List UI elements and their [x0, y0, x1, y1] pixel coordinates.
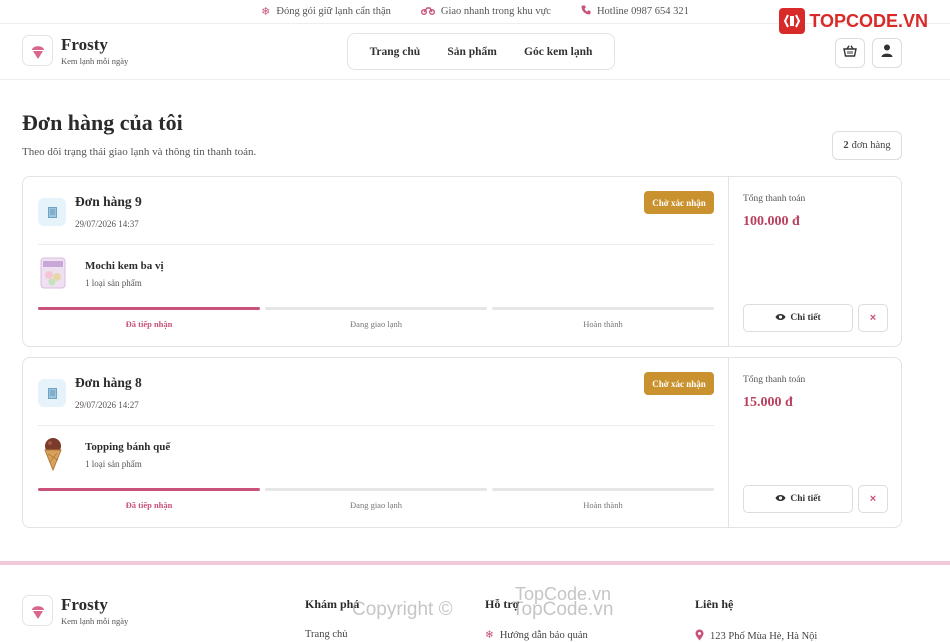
- order-summary: Tổng thanh toán 15.000 đ Chi tiết ×: [728, 358, 903, 527]
- order-progress: Đã tiếp nhận Đang giao lạnh Hoàn thành: [38, 307, 714, 329]
- topbar-item-delivery: Giao nhanh trong khu vực: [420, 5, 551, 18]
- footer-address-label: 123 Phố Mùa Hè, Hà Nội: [710, 631, 818, 642]
- product-qty: 1 loại sản phẩm: [85, 278, 142, 288]
- progress-step-label: Hoàn thành: [583, 319, 623, 329]
- product-name: Topping bánh quế: [85, 441, 171, 453]
- progress-step-label: Đã tiếp nhận: [125, 319, 173, 329]
- topbar-text: Giao nhanh trong khu vực: [440, 6, 551, 17]
- product-qty: 1 loại sản phẩm: [85, 459, 142, 469]
- progress-step-label: Đang giao lạnh: [350, 319, 402, 329]
- product-thumbnail-mochi: [38, 255, 68, 291]
- detail-button[interactable]: Chi tiết: [743, 485, 853, 513]
- footer-link-label: Trang chủ: [305, 629, 348, 640]
- eye-icon: [775, 313, 786, 324]
- progress-step: Đang giao lạnh: [265, 307, 487, 329]
- cancel-order-button[interactable]: ×: [858, 304, 888, 332]
- divider: [38, 425, 714, 426]
- progress-step: Đang giao lạnh: [265, 488, 487, 510]
- order-title: Đơn hàng 8: [75, 375, 142, 390]
- progress-bar: [492, 488, 714, 491]
- progress-step: Đã tiếp nhận: [38, 488, 260, 510]
- motorbike-icon: [420, 5, 435, 18]
- footer-brand[interactable]: Frosty Kem lạnh mỗi ngày: [22, 595, 128, 626]
- order-card: Đơn hàng 9 29/07/2026 14:37 Chờ xác nhận…: [22, 176, 902, 347]
- nav-item-home[interactable]: Trang chủ: [370, 46, 421, 58]
- page-title: Đơn hàng của tôi: [22, 110, 183, 135]
- order-progress: Đã tiếp nhận Đang giao lạnh Hoàn thành: [38, 488, 714, 510]
- progress-step-label: Đang giao lạnh: [350, 500, 402, 510]
- total-amount: 15.000 đ: [743, 395, 793, 410]
- receipt-icon: [38, 198, 66, 226]
- detail-button[interactable]: Chi tiết: [743, 304, 853, 332]
- product-thumbnail-cone: [38, 436, 68, 472]
- progress-step-label: Hoàn thành: [583, 500, 623, 510]
- map-pin-icon: [695, 629, 704, 642]
- total-label: Tổng thanh toán: [743, 375, 806, 385]
- ice-cream-icon: [22, 35, 53, 66]
- progress-step: Hoàn thành: [492, 488, 714, 510]
- footer-address: 123 Phố Mùa Hè, Hà Nội: [695, 629, 817, 642]
- order-count-badge: 2 đơn hàng: [832, 131, 902, 160]
- order-summary: Tổng thanh toán 100.000 đ Chi tiết ×: [728, 177, 903, 346]
- basket-icon: [843, 44, 857, 62]
- progress-bar: [265, 488, 487, 491]
- progress-step: Đã tiếp nhận: [38, 307, 260, 329]
- order-date: 29/07/2026 14:27: [75, 400, 139, 410]
- ice-cream-icon: [22, 595, 53, 626]
- footer-col-title-contact: Liên hệ: [695, 597, 734, 611]
- order-date: 29/07/2026 14:37: [75, 219, 139, 229]
- footer-brand-tagline: Kem lạnh mỗi ngày: [61, 615, 129, 626]
- topbar-item-hotline: Hotline 0987 654 321: [581, 5, 689, 18]
- progress-bar: [38, 307, 260, 310]
- snowflake-icon: ❄: [485, 630, 494, 641]
- cart-button[interactable]: [835, 38, 865, 68]
- order-count-number: 2: [843, 140, 849, 151]
- topbar-item-packing: ❄ Đóng gói giữ lạnh cẩn thận: [261, 5, 391, 18]
- footer-link-storage-guide[interactable]: ❄ Hướng dẫn bảo quản: [485, 629, 588, 642]
- footer-link-home[interactable]: Trang chủ: [305, 629, 348, 640]
- detail-button-label: Chi tiết: [790, 494, 821, 504]
- brand-name: Frosty: [61, 34, 108, 54]
- total-label: Tổng thanh toán: [743, 194, 806, 204]
- footer-brand-name: Frosty: [61, 594, 108, 614]
- user-icon: [881, 44, 893, 62]
- watermark-site: TopCode.vn: [512, 599, 614, 620]
- cancel-order-button[interactable]: ×: [858, 485, 888, 513]
- order-main: Đơn hàng 8 29/07/2026 14:27 Chờ xác nhận…: [23, 358, 728, 527]
- progress-step: Hoàn thành: [492, 307, 714, 329]
- status-badge: Chờ xác nhận: [644, 191, 714, 214]
- page-subtitle: Theo dõi trạng thái giao lạnh và thông t…: [22, 146, 257, 158]
- status-badge: Chờ xác nhận: [644, 372, 714, 395]
- account-button[interactable]: [872, 38, 902, 68]
- divider: [38, 244, 714, 245]
- footer-link-label: Hướng dẫn bảo quản: [499, 629, 588, 641]
- product-name: Mochi kem ba vị: [85, 260, 164, 272]
- site-header: Frosty Kem lạnh mỗi ngày Trang chủ Sản p…: [0, 24, 950, 80]
- nav-item-products[interactable]: Sản phẩm: [447, 46, 497, 58]
- topbar-text: Hotline 0987 654 321: [596, 6, 689, 17]
- topbar-text: Đóng gói giữ lạnh cẩn thận: [276, 6, 391, 17]
- nav-item-ice-cream-corner[interactable]: Góc kem lạnh: [524, 46, 592, 58]
- main-nav: Trang chủ Sản phẩm Góc kem lạnh: [347, 33, 615, 70]
- progress-bar: [38, 488, 260, 491]
- footer-col-title-explore: Khám phá: [305, 597, 360, 611]
- eye-icon: [775, 494, 786, 505]
- order-card: Đơn hàng 8 29/07/2026 14:27 Chờ xác nhận…: [22, 357, 902, 528]
- order-main: Đơn hàng 9 29/07/2026 14:37 Chờ xác nhận…: [23, 177, 728, 346]
- order-title: Đơn hàng 9: [75, 194, 142, 209]
- brand-tagline: Kem lạnh mỗi ngày: [61, 55, 129, 66]
- snowflake-icon: ❄: [261, 6, 271, 18]
- progress-bar: [265, 307, 487, 310]
- detail-button-label: Chi tiết: [790, 313, 821, 323]
- progress-step-label: Đã tiếp nhận: [125, 500, 173, 510]
- site-footer: Frosty Kem lạnh mỗi ngày Khám phá Trang …: [0, 565, 950, 642]
- progress-bar: [492, 307, 714, 310]
- brand-logo[interactable]: Frosty Kem lạnh mỗi ngày: [22, 35, 128, 66]
- order-count-text: đơn hàng: [851, 140, 891, 151]
- receipt-icon: [38, 379, 66, 407]
- total-amount: 100.000 đ: [743, 214, 800, 229]
- phone-icon: [581, 5, 591, 18]
